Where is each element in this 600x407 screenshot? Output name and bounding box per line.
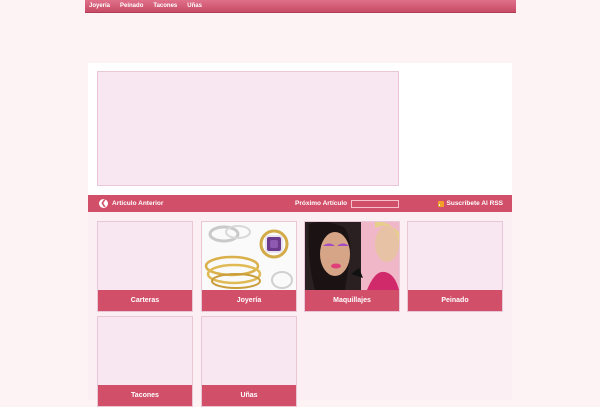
category-tile-tacones[interactable]: Tacones — [97, 316, 193, 407]
rss-label: Suscribete Al RSS — [446, 200, 503, 207]
previous-article-label: Artículo Anterior — [112, 200, 164, 207]
category-tile-maquillajes[interactable]: Maquillajes — [304, 221, 400, 312]
nav-item-unas[interactable]: Uñas — [187, 0, 202, 12]
category-label: Peinado — [408, 290, 502, 311]
category-label: Carteras — [98, 290, 192, 311]
article-navigation-bar: ❮ Artículo Anterior Próximo Artículo Sus… — [88, 195, 512, 212]
banner-ad-area — [97, 71, 399, 186]
previous-article-link[interactable]: ❮ Artículo Anterior — [99, 198, 163, 209]
nav-item-joyeria[interactable]: Joyería — [89, 0, 110, 12]
category-tile-joyeria[interactable]: Joyería — [201, 221, 297, 312]
next-article: Próximo Artículo — [295, 198, 400, 209]
category-tile-carteras[interactable]: Carteras — [97, 221, 193, 312]
category-label: Tacones — [98, 385, 192, 406]
category-label: Maquillajes — [305, 290, 399, 311]
next-article-link[interactable] — [351, 199, 400, 208]
next-article-label: Próximo Artículo — [295, 200, 348, 207]
category-tile-unas[interactable]: Uñas — [201, 316, 297, 407]
nav-item-tacones[interactable]: Tacones — [153, 0, 177, 12]
rss-icon — [437, 200, 444, 207]
category-label: Uñas — [202, 385, 296, 406]
rss-subscribe-link[interactable]: Suscribete Al RSS — [437, 198, 503, 209]
category-tile-peinado[interactable]: Peinado — [407, 221, 503, 312]
makeup-image — [305, 222, 399, 290]
chevron-left-icon: ❮ — [99, 199, 108, 208]
top-navigation: Joyería Peinado Tacones Uñas — [85, 0, 516, 13]
nav-item-peinado[interactable]: Peinado — [120, 0, 143, 12]
category-label: Joyería — [202, 290, 296, 311]
jewelry-image — [202, 222, 296, 290]
